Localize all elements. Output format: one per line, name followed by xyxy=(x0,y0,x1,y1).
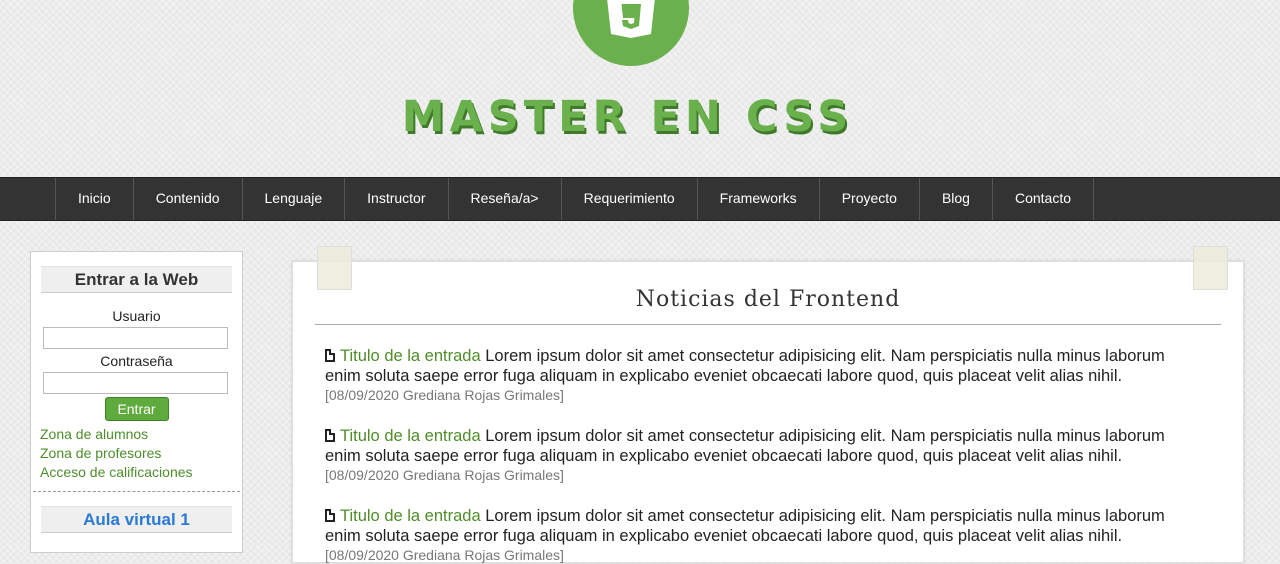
article-meta: [08/09/2020 Grediana Rojas Grimales] xyxy=(325,547,564,563)
username-label: Usuario xyxy=(112,308,161,324)
username-input[interactable] xyxy=(43,327,228,349)
password-label: Contraseña xyxy=(100,353,173,369)
login-title: Entrar a la Web xyxy=(41,266,232,293)
link-acceso-calificaciones[interactable]: Acceso de calificaciones xyxy=(40,463,242,482)
sidebar-links: Zona de alumnos Zona de profesores Acces… xyxy=(40,425,242,482)
article-text: Titulo de la entrada Lorem ipsum dolor s… xyxy=(325,506,1205,546)
nav-item-requerimiento[interactable]: Requerimiento xyxy=(560,178,697,220)
nav-item-resena[interactable]: Reseña/a> xyxy=(447,178,561,220)
nav-item-proyecto[interactable]: Proyecto xyxy=(818,178,919,220)
nav-item-contenido[interactable]: Contenido xyxy=(132,178,242,220)
site-brand: MASTER EN CSS xyxy=(401,92,854,142)
password-input[interactable] xyxy=(43,372,228,394)
nav-item-contacto[interactable]: Contacto xyxy=(991,178,1095,220)
link-zona-profesores[interactable]: Zona de profesores xyxy=(40,444,242,463)
article-text: Titulo de la entrada Lorem ipsum dolor s… xyxy=(325,346,1205,386)
article: Titulo de la entrada Lorem ipsum dolor s… xyxy=(325,426,1205,484)
news-panel: Noticias del Frontend Titulo de la entra… xyxy=(292,261,1244,563)
article-meta: [08/09/2020 Grediana Rojas Grimales] xyxy=(325,387,564,403)
nav-item-instructor[interactable]: Instructor xyxy=(344,178,447,220)
article-link[interactable]: Titulo de la entrada xyxy=(340,507,481,525)
divider xyxy=(33,491,240,492)
page-title: Noticias del Frontend xyxy=(635,287,901,312)
main-nav: Inicio Contenido Lenguaje Instructor Res… xyxy=(0,177,1280,221)
document-icon xyxy=(325,429,335,442)
nav-item-frameworks[interactable]: Frameworks xyxy=(696,178,819,220)
aula-virtual-title[interactable]: Aula virtual 1 xyxy=(41,506,232,533)
article-link[interactable]: Titulo de la entrada xyxy=(340,427,481,445)
title-divider xyxy=(315,324,1221,325)
nav-item-lenguaje[interactable]: Lenguaje xyxy=(241,178,345,220)
nav-item-blog[interactable]: Blog xyxy=(918,178,992,220)
html5-shield-icon xyxy=(607,0,655,38)
link-zona-alumnos[interactable]: Zona de alumnos xyxy=(40,425,242,444)
article-text: Titulo de la entrada Lorem ipsum dolor s… xyxy=(325,426,1205,466)
tape-decoration xyxy=(317,246,352,290)
article: Titulo de la entrada Lorem ipsum dolor s… xyxy=(325,506,1205,564)
article-meta: [08/09/2020 Grediana Rojas Grimales] xyxy=(325,467,564,483)
logo xyxy=(573,0,689,66)
nav-item-inicio[interactable]: Inicio xyxy=(55,178,133,220)
document-icon xyxy=(325,509,335,522)
tape-decoration xyxy=(1193,246,1228,290)
sidebar: Entrar a la Web Usuario Contraseña Entra… xyxy=(30,251,243,553)
article: Titulo de la entrada Lorem ipsum dolor s… xyxy=(325,346,1205,404)
article-link[interactable]: Titulo de la entrada xyxy=(340,347,481,365)
document-icon xyxy=(325,349,335,362)
login-button[interactable]: Entrar xyxy=(104,397,169,421)
